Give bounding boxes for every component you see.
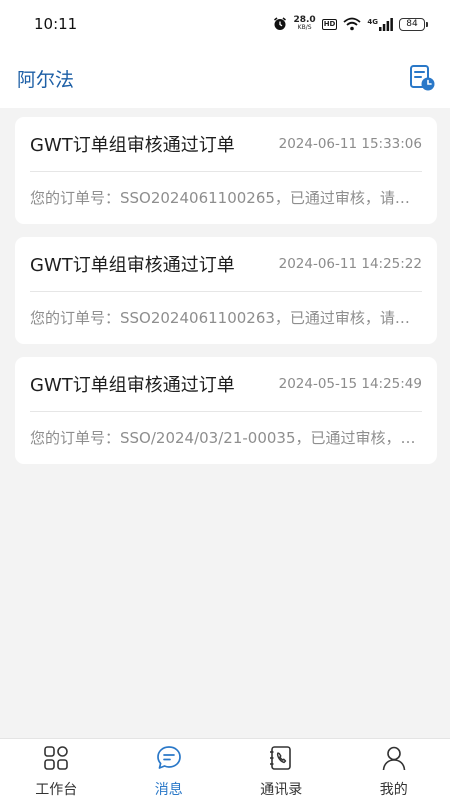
- tab-contacts[interactable]: 通讯录: [225, 739, 338, 800]
- message-body: 您的订单号：SSO/2024/03/21-00035，已通过审核，请及时处理: [30, 412, 422, 463]
- hd-badge: HD: [321, 18, 338, 30]
- alarm-icon: [273, 17, 287, 31]
- message-card[interactable]: GWT订单组审核通过订单 2024-06-11 14:25:22 您的订单号：S…: [15, 237, 437, 344]
- message-title: GWT订单组审核通过订单: [30, 375, 235, 396]
- tab-label: 工作台: [35, 782, 78, 798]
- message-list: GWT订单组审核通过订单 2024-06-11 15:33:06 您的订单号：S…: [15, 117, 437, 477]
- message-text: 您的订单号：SSO2024061100265，已通过审核，请及时处理: [30, 189, 422, 207]
- message-card-header: GWT订单组审核通过订单 2024-05-15 14:25:49: [30, 357, 422, 412]
- tab-workbench[interactable]: 工作台: [0, 739, 113, 800]
- page-title: 阿尔法: [17, 68, 75, 91]
- tab-label: 我的: [379, 782, 408, 798]
- chat-bubble-icon: [156, 745, 182, 775]
- tab-profile[interactable]: 我的: [338, 739, 450, 800]
- message-time: 2024-06-11 14:25:22: [278, 256, 422, 272]
- message-card[interactable]: GWT订单组审核通过订单 2024-06-11 15:33:06 您的订单号：S…: [15, 117, 437, 224]
- tab-label: 通讯录: [260, 782, 303, 798]
- network-speed-value: 28.0: [293, 15, 316, 25]
- status-time: 10:11: [34, 15, 78, 33]
- message-card-header: GWT订单组审核通过订单 2024-06-11 14:25:22: [30, 237, 422, 292]
- message-title: GWT订单组审核通过订单: [30, 135, 235, 156]
- message-body: 您的订单号：SSO2024061100263，已通过审核，请及时处理: [30, 292, 422, 343]
- network-speed-unit: KB/S: [297, 24, 312, 31]
- tab-messages[interactable]: 消息: [113, 739, 226, 800]
- signal-label: 4G: [367, 17, 378, 26]
- app-header: 阿尔法: [0, 48, 450, 108]
- document-clock-icon[interactable]: [408, 64, 436, 92]
- status-bar: 10:11 28.0 KB/S HD 4G 84: [0, 0, 450, 48]
- message-body: 您的订单号：SSO2024061100265，已通过审核，请及时处理: [30, 172, 422, 223]
- message-time: 2024-05-15 14:25:49: [278, 376, 422, 392]
- cell-signal-icon: 4G: [367, 17, 393, 31]
- message-title: GWT订单组审核通过订单: [30, 255, 235, 276]
- message-text: 您的订单号：SSO/2024/03/21-00035，已通过审核，请及时处理: [30, 429, 422, 447]
- contacts-phone-icon: [268, 745, 294, 775]
- message-text: 您的订单号：SSO2024061100263，已通过审核，请及时处理: [30, 309, 422, 327]
- message-card[interactable]: GWT订单组审核通过订单 2024-05-15 14:25:49 您的订单号：S…: [15, 357, 437, 464]
- grid-apps-icon: [43, 745, 69, 775]
- wifi-icon: [343, 17, 361, 31]
- message-card-header: GWT订单组审核通过订单 2024-06-11 15:33:06: [30, 117, 422, 172]
- bottom-tab-bar: 工作台 消息 通讯录 我的: [0, 738, 450, 800]
- status-icons: 28.0 KB/S HD 4G 84: [273, 16, 428, 32]
- person-icon: [381, 745, 407, 775]
- network-speed: 28.0 KB/S: [293, 16, 315, 32]
- tab-label: 消息: [154, 782, 183, 798]
- battery-level: 84: [399, 17, 425, 31]
- message-time: 2024-06-11 15:33:06: [278, 136, 422, 152]
- battery-icon: 84: [399, 17, 428, 31]
